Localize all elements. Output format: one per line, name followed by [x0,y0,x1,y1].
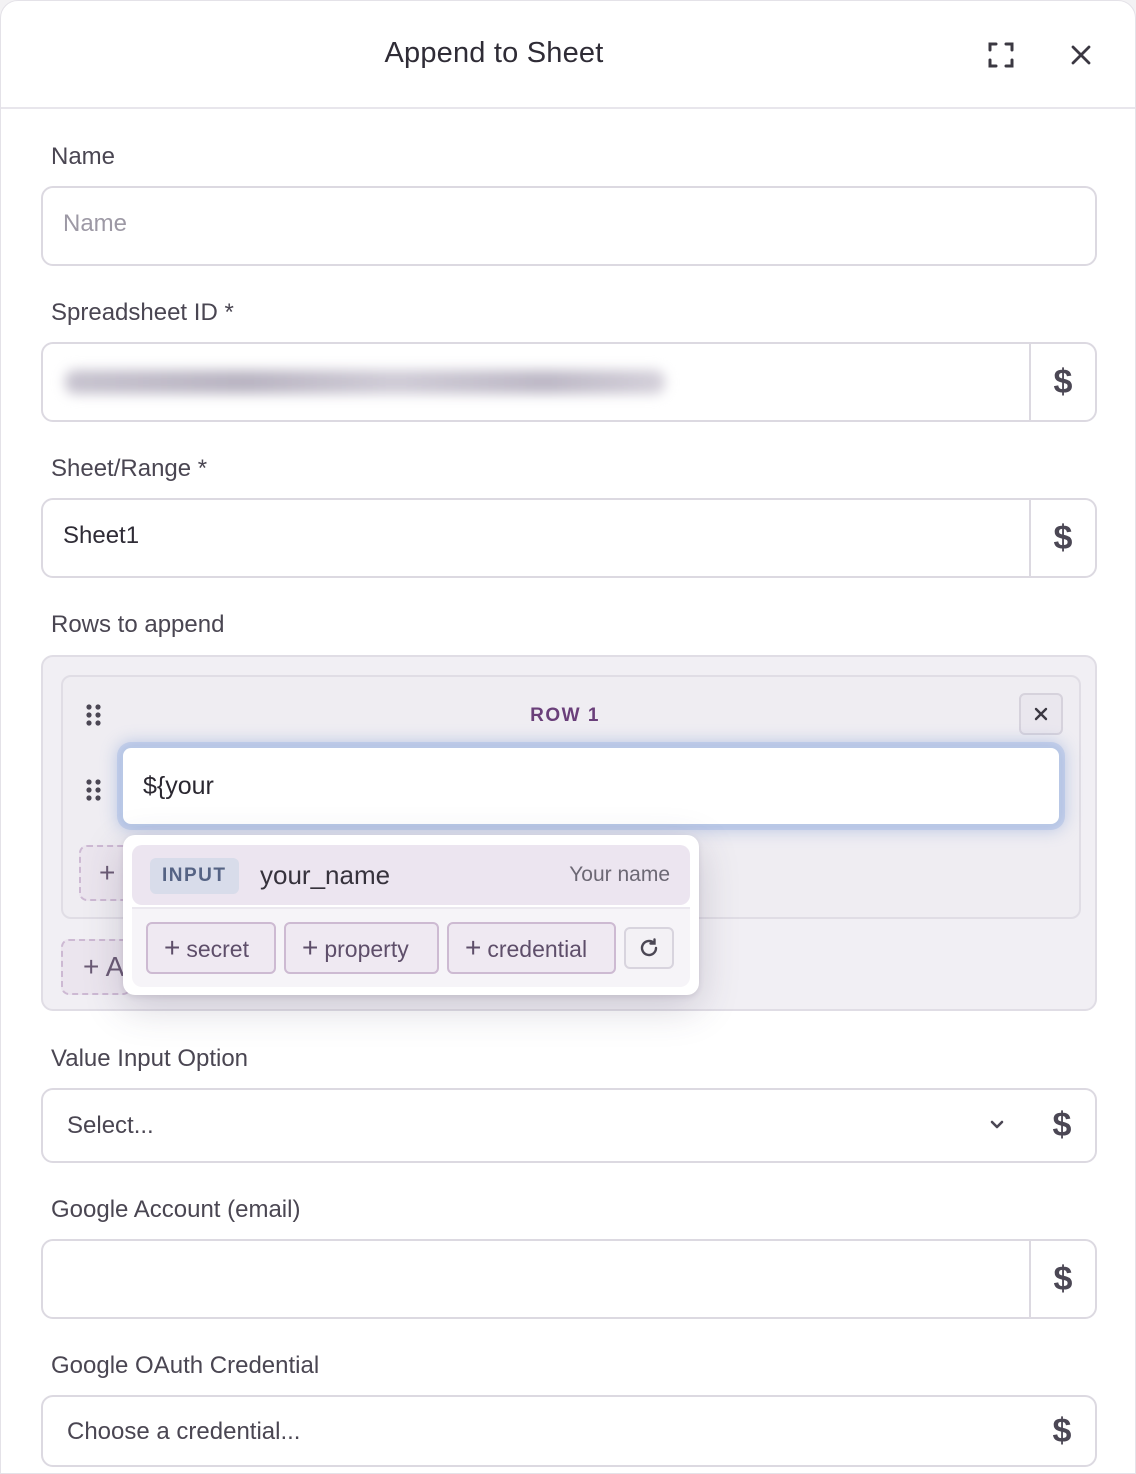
suggestion-type-badge: INPUT [150,858,239,894]
add-row-button[interactable]: + A [61,939,131,995]
autocomplete-popup: INPUT your_name Your name + secret + prope… [123,835,699,995]
add-secret-label: secret [186,936,249,962]
close-icon [1034,707,1048,721]
value-input-option-selected: Select... [67,1112,154,1139]
cell-drag-handle-icon[interactable] [85,778,103,802]
remove-row-button[interactable] [1019,693,1063,735]
value-input-option-label: Value Input Option [51,1045,249,1072]
name-label: Name [51,143,116,170]
rows-label: Rows to append [51,611,225,638]
modal-title: Append to Sheet [384,37,604,69]
autocomplete-actions: + secret + property + credential [132,907,690,987]
spreadsheet-id-label: Spreadsheet ID * [51,299,234,326]
name-placeholder: Name [63,210,128,237]
value-input-option-select[interactable]: Select... $ [41,1088,1097,1163]
name-input[interactable]: Name [41,186,1097,266]
oauth-credential-variable-button[interactable]: $ [1029,1397,1095,1465]
sheet-range-input[interactable]: Sheet1 $ [41,498,1097,578]
oauth-credential-selected: Choose a credential... [67,1418,301,1445]
spreadsheet-id-input[interactable]: $ [41,342,1097,422]
suggestion-item[interactable]: INPUT your_name Your name [132,845,690,905]
sheet-range-variable-button[interactable]: $ [1029,500,1095,576]
plus-icon: + [164,932,181,963]
add-credential-label: credential [487,936,588,962]
add-credential-button[interactable]: + credential [447,922,616,974]
spreadsheet-id-value-blurred [65,370,665,394]
close-icon [1071,45,1091,65]
refresh-icon [640,938,658,957]
value-input-option-variable-button[interactable]: $ [1029,1090,1095,1161]
oauth-credential-label: Google OAuth Credential [51,1352,320,1379]
row-cell-input[interactable]: ${your [121,746,1061,826]
plus-icon: + [465,932,482,963]
close-button[interactable] [1061,35,1101,75]
oauth-credential-select[interactable]: Choose a credential... $ [41,1395,1097,1467]
expand-icon [988,42,1014,68]
modal-header: Append to Sheet [1,1,1135,109]
sheet-range-label: Sheet/Range * [51,455,208,482]
google-account-label: Google Account (email) [51,1196,301,1223]
row-cell-value: ${your [143,772,214,800]
append-to-sheet-modal: Append to Sheet Name Name Spreadsheet ID… [0,0,1136,1474]
google-account-input[interactable]: $ [41,1239,1097,1319]
add-cell-label: + [99,857,116,888]
add-property-button[interactable]: + property [284,922,439,974]
suggestion-name: your_name [260,860,391,890]
add-property-label: property [324,936,409,962]
sheet-range-value: Sheet1 [63,522,140,549]
add-row-label: + A [83,951,125,982]
add-secret-button[interactable]: + secret [146,922,276,974]
row-title: ROW 1 [530,705,600,726]
google-account-variable-button[interactable]: $ [1029,1241,1095,1317]
expand-button[interactable] [981,35,1021,75]
refresh-button[interactable] [624,927,674,969]
plus-icon: + [302,932,319,963]
suggestion-description: Your name [569,863,670,886]
spreadsheet-id-variable-button[interactable]: $ [1029,344,1095,420]
chevron-down-icon [990,1120,1004,1129]
